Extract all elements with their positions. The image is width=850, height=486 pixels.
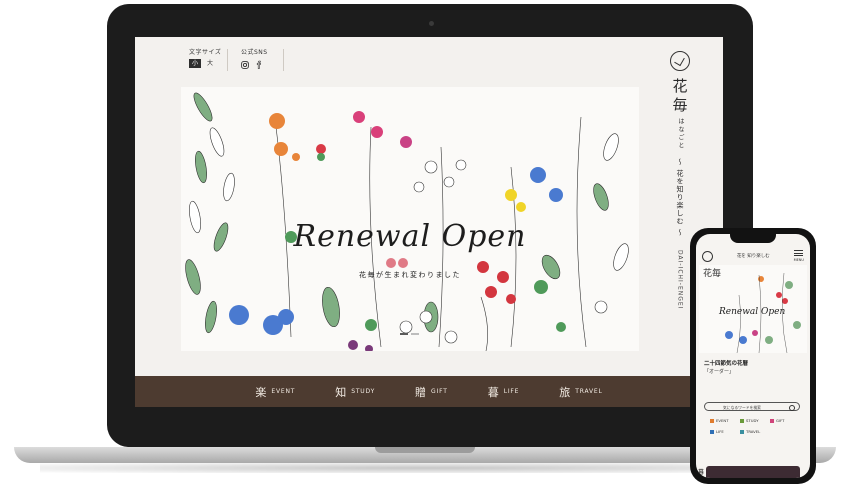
font-size-large-button[interactable]: 大 [204,59,216,68]
nav-item-gift[interactable]: 贈 GIFT [415,384,448,400]
category-nav: 楽 EVENT 知 STUDY 贈 GIFT 暮 LIFE 旅 TRAVEL [135,376,723,407]
phone-cat-event[interactable]: EVENT [710,418,740,423]
header-divider [227,49,228,71]
travel-icon [740,429,744,434]
brand-kanji-2: 毎 [672,96,688,114]
search-placeholder: 気になるワードを検索 [723,405,761,410]
phone-card-kanji: 暮 [698,469,705,476]
phone-header: 花を 知り楽しむ MENU [696,247,810,265]
phone-notch [730,234,776,243]
study-icon [740,418,744,423]
nav-label: STUDY [351,388,376,395]
nav-kanji: 知 [335,385,347,399]
phone-screen: 花を 知り楽しむ MENU 花毎 Renewal Open 二十四節気の花暦 「… [696,234,810,478]
carousel-dot[interactable] [400,333,408,335]
logo-icon[interactable] [670,51,690,71]
phone-category-grid: EVENT STUDY GIFT LIFE TRAVEL [710,418,800,434]
nav-item-life[interactable]: 暮 LIFE [488,384,520,400]
sns-label: 公式SNS [241,49,268,56]
nav-label: LIFE [503,388,520,395]
phone-cat-study[interactable]: STUDY [740,418,770,423]
phone-logo-icon[interactable] [702,250,713,262]
cat-label: GIFT [776,418,785,423]
nav-kanji: 暮 [487,385,499,399]
font-size-label: 文字サイズ [189,49,222,56]
nav-label: GIFT [431,388,448,395]
font-size-control: 文字サイズ 小 大 [189,47,221,68]
phone-hero-title: Renewal Open [719,307,786,317]
phone-hero-kanji: 花毎 [703,269,722,279]
phone-search-input[interactable]: 気になるワードを検索 [704,402,800,411]
gift-icon [770,418,774,423]
cat-label: TRAVEL [746,429,761,434]
phone-cat-gift[interactable]: GIFT [770,418,800,423]
cat-label: EVENT [716,418,729,423]
search-icon[interactable] [789,404,795,411]
carousel-indicator[interactable] [400,333,420,336]
facebook-icon[interactable] [256,60,262,69]
font-size-small-button[interactable]: 小 [189,59,201,68]
nav-label: TRAVEL [575,388,603,395]
sns-links: 公式SNS [241,47,268,69]
life-icon [710,429,714,434]
cat-label: LIFE [716,429,724,434]
laptop-screen: 文字サイズ 小 大 公式SNS Renewal Open 花毎が生まれ変わりまし… [135,37,723,407]
hamburger-menu-button[interactable]: MENU [794,250,804,262]
phone-cat-travel[interactable]: TRAVEL [740,429,770,434]
laptop-hinge [375,447,475,453]
phone-cat-life[interactable]: LIFE [710,429,740,434]
event-icon [710,418,714,423]
hero-subtitle: 花毎が生まれ変わりました [359,271,461,279]
hero-banner[interactable]: Renewal Open 花毎が生まれ変わりました [181,87,639,351]
brand-kanji-1: 花 [672,77,688,95]
cat-label: STUDY [746,418,759,423]
phone-article-card[interactable] [706,466,800,478]
phone-headline[interactable]: 二十四節気の花暦 [704,359,748,367]
instagram-icon[interactable] [241,60,249,69]
menu-label: MENU [793,257,804,262]
nav-item-event[interactable]: 楽 EVENT [255,384,295,400]
nav-kanji: 贈 [415,385,427,399]
nav-kanji: 旅 [559,385,571,399]
nav-label: EVENT [271,388,296,395]
brand-tagline: 〜 花を知り楽しむ 〜 [676,158,684,237]
header-divider [283,49,284,71]
hero-title: Renewal Open [293,219,527,254]
nav-kanji: 楽 [255,385,267,399]
nav-item-study[interactable]: 知 STUDY [335,384,375,400]
carousel-dot[interactable] [411,333,419,335]
laptop-camera [429,21,434,26]
nav-item-travel[interactable]: 旅 TRAVEL [559,384,602,400]
phone-hero[interactable]: 花毎 Renewal Open [699,265,807,353]
brand-kana: はなごと [677,118,684,150]
phone-tagline: 花を 知り楽しむ [736,254,770,259]
brand-latin: DAI-ICHI-ENGEI [676,250,684,310]
phone-headline-sub: 「オーダー」 [704,369,735,375]
